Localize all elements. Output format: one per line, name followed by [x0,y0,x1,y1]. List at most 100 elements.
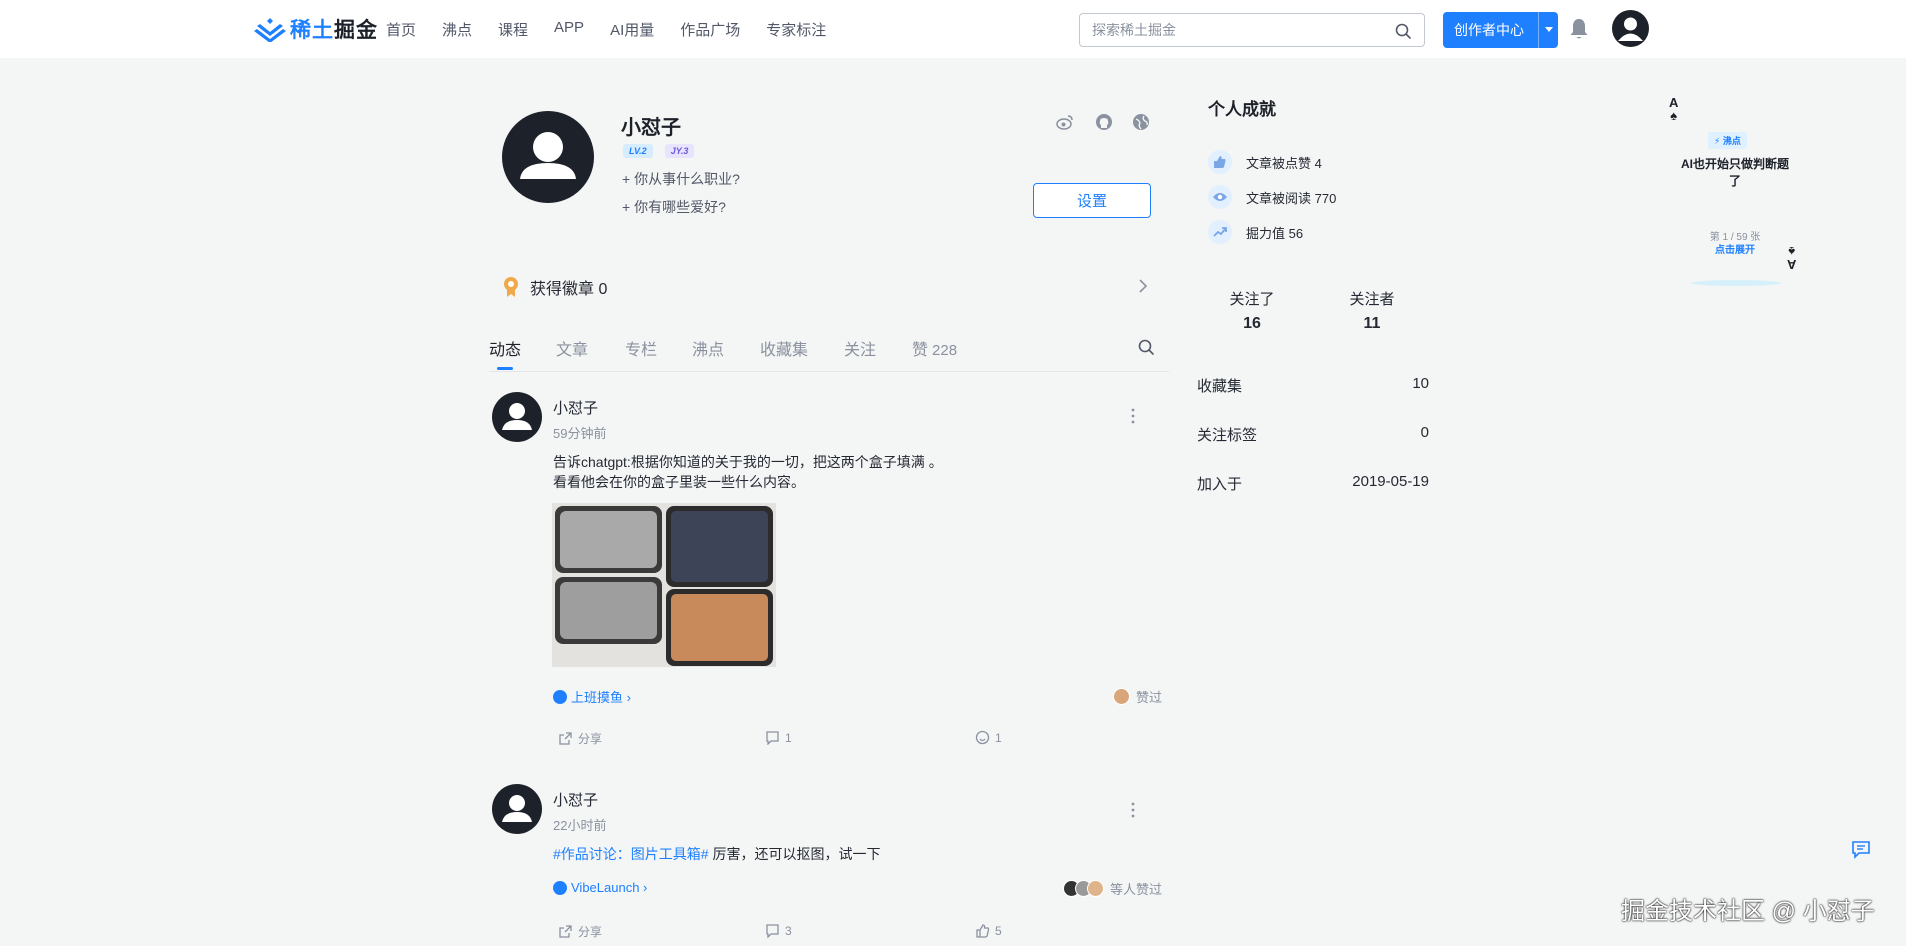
tab-columns[interactable]: 专栏 [625,336,657,360]
feed-author-name[interactable]: 小怼子 [553,397,598,418]
stat-followed-tags[interactable]: 关注标签 0 [1197,424,1429,445]
share-label: 分享 [578,925,603,939]
circle-link[interactable]: VibeLaunch › [553,880,647,895]
profile-username: 小怼子 [621,117,681,139]
followers-stat[interactable]: 关注者 11 [1327,288,1417,333]
search-box [1079,13,1425,47]
liked-by[interactable]: 赞过 [1112,687,1162,706]
like-button[interactable]: 1 [975,730,1002,745]
eye-icon [1208,185,1232,209]
tab-likes[interactable]: 赞 228 [912,336,957,360]
tab-collections[interactable]: 收藏集 [760,336,808,360]
feed-item: 小怼子 22小时前 #作品讨论：图片工具箱# 厉害，还可以抠图，试一下 Vibe… [490,784,1170,946]
website-globe-icon[interactable] [1132,113,1150,131]
stat-label: 加入于 [1197,476,1243,493]
achievement-likes: 文章被点赞 4 [1208,150,1322,174]
search-input[interactable] [1080,14,1370,46]
like-icon [975,730,990,745]
feed-author-avatar[interactable] [492,784,542,834]
user-avatar[interactable] [1612,10,1649,47]
caret-down-icon[interactable] [1538,12,1558,48]
liked-by[interactable]: 等人赞过 [1062,879,1162,898]
feed-time: 59分钟前 [553,426,607,441]
juejin-logo-icon [254,18,286,42]
feed-content-line: 厉害，还可以抠图，试一下 [708,846,881,862]
juejin-logo[interactable]: 稀土掘金 [254,15,378,43]
chevron-right-icon [1139,279,1148,293]
feed-image[interactable] [552,503,776,667]
search-icon[interactable] [1137,338,1155,356]
profile-avatar-icon [520,132,576,179]
github-icon[interactable] [1095,113,1113,131]
tab-likes-count: 228 [932,342,958,359]
nav-courses[interactable]: 课程 [498,19,528,40]
share-icon [559,732,572,745]
comment-button[interactable]: 3 [765,923,792,938]
share-button[interactable]: 分享 [558,923,602,940]
nav-pins[interactable]: 沸点 [442,19,472,40]
top-navigation-bar: 稀土掘金 首页 沸点 课程 APP AI用量 作品广场 专家标注 创作者中心 [0,0,1906,58]
promo-card[interactable]: A ♠ ⚡ 沸点 AI也开始只做判断题了 第 1 / 59 张 点击展开 A ♠ [1665,88,1805,288]
feedback-chat-icon[interactable] [1851,839,1871,859]
comment-button[interactable]: 1 [765,730,792,745]
nav-expert-annotation[interactable]: 专家标注 [766,19,826,40]
circle-name: 上班摸鱼 › [571,690,631,705]
stat-collections[interactable]: 收藏集 10 [1197,375,1429,396]
add-hobby-link[interactable]: + 你有哪些爱好? [622,197,726,217]
creator-level-badge[interactable]: LV.2 [623,144,653,158]
main-nav: 首页 沸点 课程 APP AI用量 作品广场 专家标注 [386,19,852,40]
add-occupation-link[interactable]: + 你从事什么职业? [622,169,740,189]
boxes-photo [552,503,776,667]
creator-center-label: 创作者中心 [1454,22,1524,38]
badges-count-text: 获得徽章 0 [530,281,608,298]
stat-value: 10 [1412,375,1429,392]
feed-content[interactable]: 告诉chatgpt:根据你知道的关于我的一切，把这两个盒子填满 。 看看他会在你… [553,452,943,492]
following-stat[interactable]: 关注了 16 [1207,288,1297,333]
tab-activity[interactable]: 动态 [489,336,521,360]
avatar-icon [502,795,532,822]
following-count: 16 [1243,315,1261,332]
feed-content-line: 看看他会在你的盒子里装一些什么内容。 [553,474,805,490]
more-options-icon[interactable] [1126,801,1140,819]
achievements-title: 个人成就 [1208,100,1276,119]
nav-ai-usage[interactable]: AI用量 [610,19,654,40]
user-avatar-icon [1618,17,1643,41]
tab-pins[interactable]: 沸点 [692,336,724,360]
creator-center-button[interactable]: 创作者中心 [1443,12,1558,48]
search-icon[interactable] [1394,22,1412,40]
followers-count: 11 [1363,315,1381,332]
thumbs-up-icon [1208,150,1232,174]
badges-row[interactable]: 获得徽章 0 [502,270,1152,304]
tab-following[interactable]: 关注 [844,336,876,360]
nav-home[interactable]: 首页 [386,19,416,40]
weibo-icon[interactable] [1056,113,1074,131]
circle-link[interactable]: 上班摸鱼 › [553,687,631,706]
juyou-level-badge[interactable]: JY.3 [664,144,695,158]
like-button[interactable]: 5 [975,923,1002,938]
avatar-icon [502,403,532,430]
promo-title: AI也开始只做判断题了 [1680,157,1789,188]
share-button[interactable]: 分享 [558,730,602,747]
expand-link[interactable]: 点击展开 [1665,241,1805,256]
achievement-reads: 文章被阅读 770 [1208,185,1336,209]
comment-icon [766,731,779,745]
nav-works-square[interactable]: 作品广场 [680,19,740,40]
feed-author-name[interactable]: 小怼子 [553,789,598,810]
feed-time: 22小时前 [553,818,607,833]
stat-joined: 加入于 2019-05-19 [1197,473,1429,494]
feed-content[interactable]: #作品讨论：图片工具箱# 厉害，还可以抠图，试一下 [553,844,880,864]
achievement-likes-text: 文章被点赞 4 [1246,155,1322,171]
nav-app[interactable]: APP [554,19,584,40]
more-options-icon[interactable] [1126,407,1140,425]
settings-button[interactable]: 设置 [1033,183,1151,218]
stat-value: 0 [1420,424,1429,441]
feed-author-avatar[interactable] [492,392,542,442]
tab-articles[interactable]: 文章 [556,336,588,360]
followers-label: 关注者 [1349,291,1395,308]
liked-text: 等人赞过 [1109,882,1162,897]
like-count: 1 [995,730,1002,745]
notification-bell-icon[interactable] [1568,17,1590,41]
circle-icon [553,689,567,704]
level-badges: LV.2 JY.3 [623,144,695,158]
topic-tag[interactable]: #作品讨论：图片工具箱# [553,846,709,862]
